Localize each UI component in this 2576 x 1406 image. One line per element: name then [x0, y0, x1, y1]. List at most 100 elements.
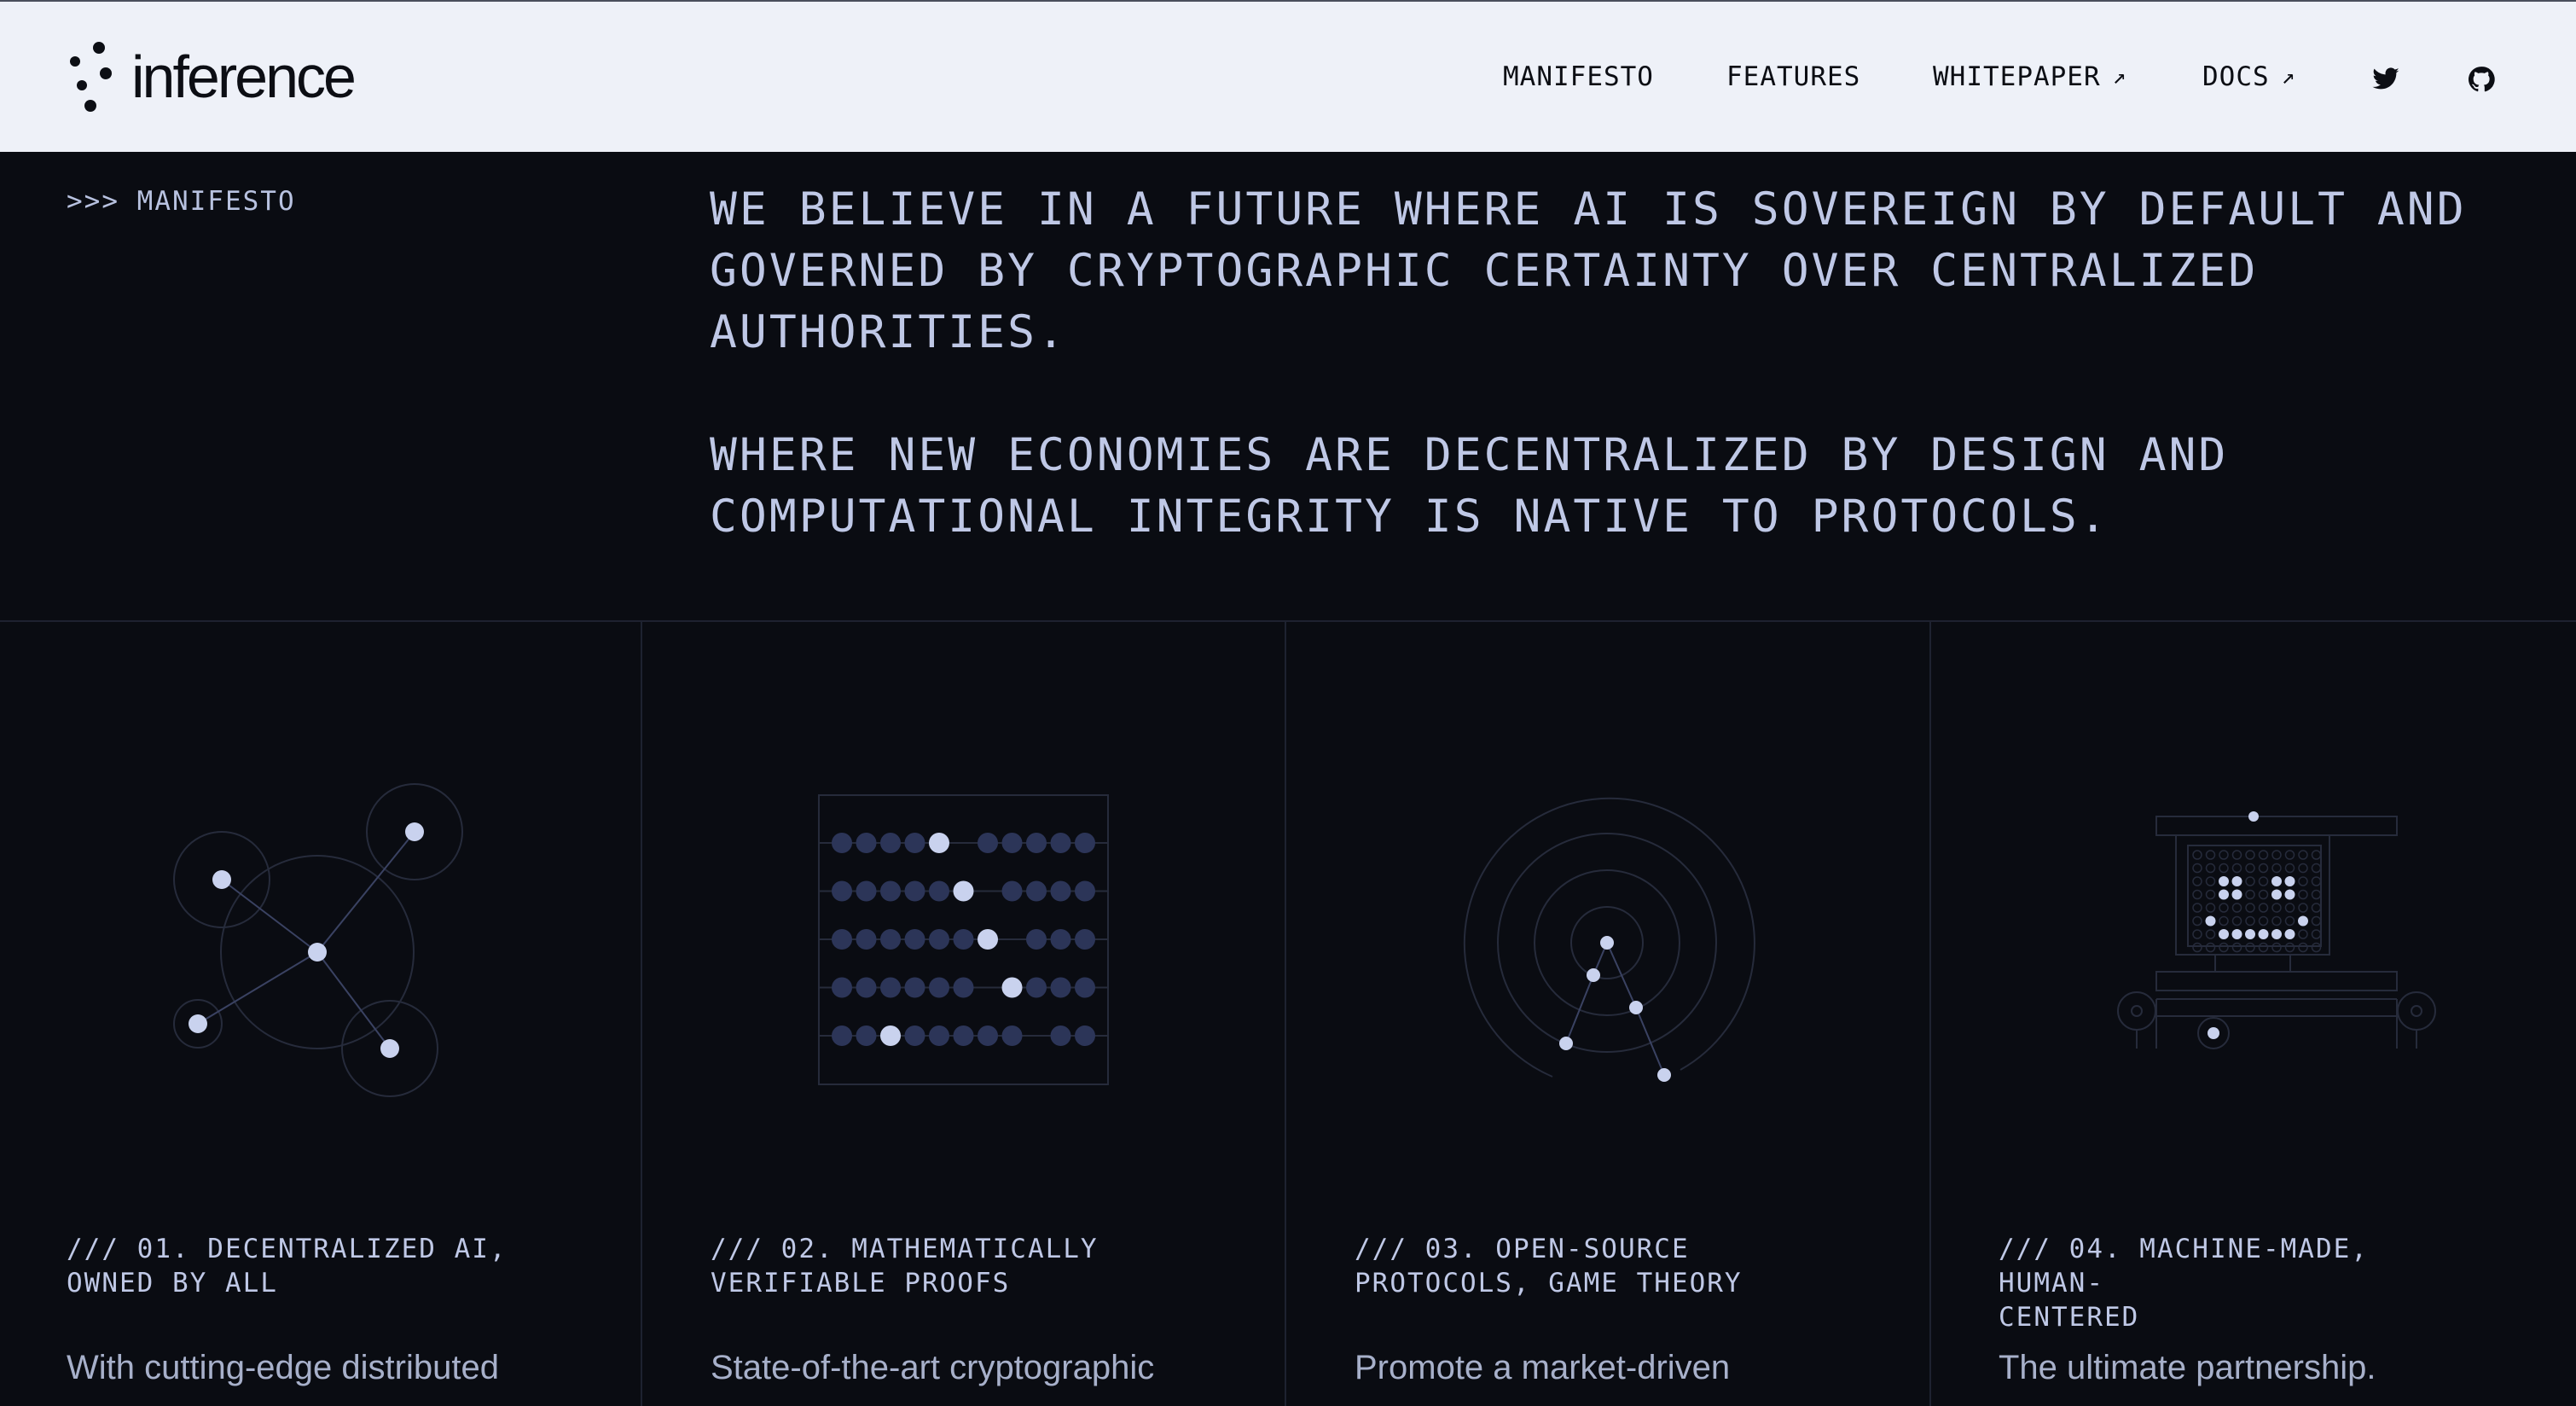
- robot-face-pixel: [2298, 915, 2308, 927]
- robot-grid-pixel: [2311, 889, 2322, 900]
- robot-grid-pixel: [2245, 889, 2255, 900]
- abacus-bead: [978, 1025, 998, 1046]
- robot-grid-pixel: [2284, 850, 2295, 860]
- robot-grid-pixel: [2219, 863, 2229, 874]
- abacus-bead: [1001, 833, 1023, 853]
- abacus-bead: [1050, 833, 1071, 853]
- robot-grid-pixel: [2258, 876, 2269, 886]
- manifesto-paragraph: WHERE NEW ECONOMIES ARE DECENTRALIZED BY…: [710, 429, 2229, 543]
- twitter-icon[interactable]: [2371, 65, 2400, 94]
- robot-grid-pixel: [2205, 876, 2216, 886]
- robot-grid-pixel: [2231, 850, 2242, 860]
- abacus-bead: [1026, 929, 1047, 950]
- abacus-bead: [856, 880, 877, 902]
- nav-docs-label: DOCS: [2202, 61, 2270, 92]
- robot-grid-pixel: [2219, 915, 2229, 927]
- robot-grid-pixel: [2205, 942, 2216, 953]
- robot-grid-pixel: [2258, 850, 2269, 860]
- feature-card-decentralized-ai: /// 01. DECENTRALIZED AI, OWNED BY ALL W…: [0, 622, 644, 1406]
- feature-card-machine-made: /// 04. MACHINE-MADE, HUMAN- CENTERED Th…: [1932, 622, 2576, 1406]
- robot-grid-pixel: [2298, 929, 2308, 939]
- robot-grid-pixel: [2311, 915, 2322, 927]
- abacus-bead: [1075, 1025, 1095, 1046]
- abacus-bead: [1001, 880, 1023, 902]
- robot-grid-pixel: [2192, 889, 2202, 900]
- robot-grid-pixel: [2311, 903, 2322, 913]
- robot-grid-pixel: [2258, 942, 2269, 953]
- abacus-bead: [880, 929, 901, 950]
- feature-description: State-of-the-art cryptographic: [711, 1349, 1155, 1386]
- robot-face-pixel: [2219, 876, 2229, 886]
- nav-features-label: FEATURES: [1726, 61, 1861, 92]
- feature-description: The ultimate partnership.: [1999, 1349, 2376, 1386]
- nav-docs[interactable]: DOCS ↗: [2202, 61, 2295, 92]
- abacus-bead: [1026, 880, 1047, 902]
- robot-grid-pixel: [2192, 915, 2202, 927]
- robot-grid-pixel: [2192, 876, 2202, 886]
- robot-grid-pixel: [2258, 889, 2269, 900]
- feature-card-open-source: /// 03. OPEN-SOURCE PROTOCOLS, GAME THEO…: [1288, 622, 1932, 1406]
- robot-face-pixel: [2219, 929, 2229, 939]
- robot-grid-pixel: [2245, 850, 2255, 860]
- abacus-bead: [904, 977, 925, 998]
- robot-grid-pixel: [2219, 903, 2229, 913]
- abacus-bead: [880, 880, 901, 902]
- robot-face-pixel: [2245, 929, 2255, 939]
- abacus-bead: [856, 929, 877, 950]
- abacus-bead: [1050, 880, 1071, 902]
- brand-name: inference: [131, 44, 357, 110]
- manifesto-paragraph: WE BELIEVE IN A FUTURE WHERE AI IS SOVER…: [710, 183, 2467, 358]
- robot-face-pixel: [2205, 915, 2216, 927]
- robot-grid-pixel: [2311, 929, 2322, 939]
- robot-grid-pixel: [2311, 942, 2322, 953]
- abacus-bead: [929, 977, 949, 998]
- robot-grid-pixel: [2298, 889, 2308, 900]
- abacus-bead: [1050, 977, 1071, 998]
- robot-grid-pixel: [2311, 876, 2322, 886]
- robot-grid-pixel: [2192, 863, 2202, 874]
- brand-logo[interactable]: inference: [68, 41, 357, 113]
- robot-grid-pixel: [2231, 863, 2242, 874]
- network-nodes-icon: [173, 783, 463, 1097]
- site-header: inference MANIFESTO FEATURES WHITEPAPER …: [0, 2, 2576, 152]
- radar-rings-icon: [1463, 797, 1755, 1082]
- robot-face-pixel: [2284, 929, 2295, 939]
- robot-grid-pixel: [2311, 850, 2322, 860]
- feature-title: /// 01. DECENTRALIZED AI, OWNED BY ALL: [67, 1234, 508, 1299]
- robot-grid-pixel: [2298, 863, 2308, 874]
- robot-grid-pixel: [2245, 915, 2255, 927]
- robot-grid-pixel: [2205, 850, 2216, 860]
- nav-whitepaper[interactable]: WHITEPAPER ↗: [1933, 61, 2126, 92]
- abacus-bead: [953, 929, 974, 950]
- external-link-icon: ↗: [2112, 64, 2127, 90]
- nav-manifesto-label: MANIFESTO: [1503, 61, 1654, 92]
- robot-face-pixel: [2219, 889, 2229, 900]
- nav-features[interactable]: FEATURES: [1726, 61, 1860, 92]
- abacus-bead: [832, 833, 852, 853]
- abacus-bead: [832, 977, 852, 998]
- abacus-bead: [1026, 833, 1047, 853]
- nav-manifesto[interactable]: MANIFESTO: [1503, 61, 1654, 92]
- robot-grid-pixel: [2245, 942, 2255, 953]
- robot-grid-pixel: [2271, 903, 2282, 913]
- abacus-bead: [880, 977, 901, 998]
- abacus-bead: [1050, 929, 1071, 950]
- robot-grid-pixel: [2192, 850, 2202, 860]
- abacus-bead: [929, 833, 949, 853]
- robot-grid-pixel: [2298, 876, 2308, 886]
- github-icon[interactable]: [2467, 65, 2496, 94]
- abacus-bead: [904, 929, 925, 950]
- feature-title: /// 02. MATHEMATICALLY VERIFIABLE PROOFS: [711, 1234, 1099, 1299]
- robot-grid-pixel: [2245, 903, 2255, 913]
- robot-grid-pixel: [2298, 850, 2308, 860]
- robot-grid-pixel: [2271, 942, 2282, 953]
- abacus-bead: [880, 1025, 901, 1046]
- robot-face-pixel: [2231, 929, 2242, 939]
- abacus-bead: [1001, 1025, 1023, 1046]
- feature-description: Promote a market-driven: [1355, 1349, 1731, 1386]
- robot-grid-pixel: [2231, 915, 2242, 927]
- abacus-bead: [904, 880, 925, 902]
- abacus-bead: [929, 929, 949, 950]
- robot-grid-pixel: [2284, 915, 2295, 927]
- robot-grid-pixel: [2231, 942, 2242, 953]
